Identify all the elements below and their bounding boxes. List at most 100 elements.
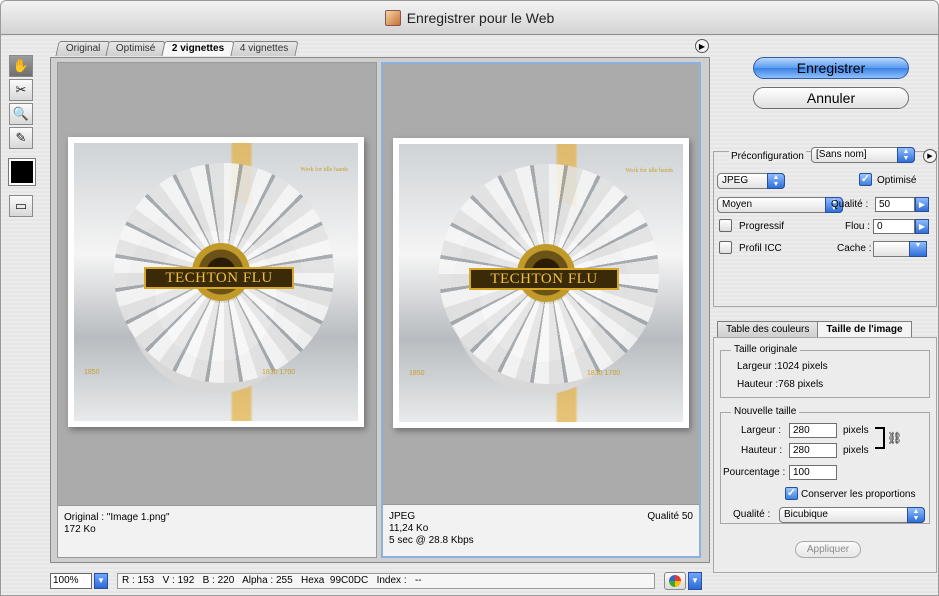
panel-tabs: Table des couleurs Taille de l'image	[717, 321, 912, 337]
tab-label: 4 vignettes	[240, 43, 289, 54]
constrain-proportions-checkbox[interactable]: ✓	[785, 487, 798, 500]
window-title-text: Enregistrer pour le Web	[406, 9, 555, 26]
blur-label: Flou :	[845, 221, 871, 232]
optimized-size: 11,24 Ko	[389, 523, 429, 534]
height-label: Hauteur :	[741, 445, 783, 456]
view-tabs: Original Optimisé 2 vignettes 4 vignette…	[55, 41, 300, 57]
original-image: TECHTON FLU Work for idle hands 1850 183…	[68, 137, 364, 427]
document-icon	[384, 9, 401, 26]
image-year: 1830 1700	[262, 369, 296, 376]
image-year: 1850	[409, 370, 425, 377]
download-time: 5 sec @ 28.8 Kbps	[389, 535, 474, 546]
progressive-checkbox[interactable]	[719, 219, 732, 232]
percent-label: Pourcentage :	[723, 467, 786, 478]
optimized-checkbox[interactable]: ✓	[859, 173, 872, 186]
eyedropper-color-swatch[interactable]	[8, 158, 36, 186]
popup-arrows-icon: ▲ ▼	[907, 507, 925, 523]
original-preview-pane[interactable]: TECHTON FLU Work for idle hands 1850 183…	[57, 62, 377, 558]
quality-label: Qualité :	[831, 199, 869, 210]
dropdown-arrow-icon: ▼	[909, 241, 927, 257]
toolbox: ✋ ✂ 🔍 ✎ ▭	[8, 55, 36, 219]
original-width: Largeur :1024 pixels	[737, 361, 828, 372]
browser-icon	[669, 575, 681, 587]
zoom-icon[interactable]: 🔍	[9, 103, 33, 125]
image-art: TECHTON FLU Work for idle hands 1850 183…	[399, 144, 683, 422]
apply-button[interactable]: Appliquer	[795, 541, 861, 558]
original-size-group: Taille originale Largeur :1024 pixels Ha…	[720, 344, 930, 398]
tab-optimized[interactable]: Optimisé	[105, 41, 167, 56]
tab-color-table[interactable]: Table des couleurs	[717, 321, 819, 337]
resample-select[interactable]: Bicubique ▲ ▼	[779, 507, 925, 523]
tab-label: 2 vignettes	[171, 43, 225, 54]
tab-image-size[interactable]: Taille de l'image	[817, 321, 912, 337]
percent-field[interactable]: 100	[789, 465, 837, 480]
original-size-legend: Taille originale	[731, 344, 801, 355]
hand-icon[interactable]: ✋	[9, 55, 33, 77]
image-year: 1830 1700	[587, 370, 621, 377]
title-bar: Enregistrer pour le Web	[1, 1, 938, 35]
image-banner-text: TECHTON FLU	[469, 268, 619, 290]
optimized-label: Optimisé	[877, 175, 917, 186]
status-bar: 100% ▼ R : 153 V : 192 B : 220 Alpha : 2…	[50, 572, 702, 590]
original-info: Original : "Image 1.png" 172 Ko	[58, 505, 376, 557]
preset-value: [Sans nom]	[816, 149, 867, 160]
quality-field[interactable]: 50	[875, 197, 915, 212]
zoom-dropdown-icon[interactable]: ▼	[94, 573, 108, 589]
image-banner-text: TECHTON FLU	[144, 267, 294, 289]
resample-value: Bicubique	[784, 509, 828, 520]
original-height: Hauteur :768 pixels	[737, 379, 824, 390]
new-size-legend: Nouvelle taille	[731, 406, 800, 417]
format-value: JPEG	[722, 175, 749, 186]
browser-dropdown-icon[interactable]: ▼	[688, 572, 702, 590]
original-size: 172 Ko	[64, 524, 96, 535]
height-unit: pixels	[843, 445, 869, 456]
settings-menu-icon[interactable]: ▶	[923, 149, 937, 163]
image-art: TECHTON FLU Work for idle hands 1850 183…	[74, 143, 358, 421]
width-field[interactable]: 280	[789, 423, 837, 438]
optimized-preview-pane[interactable]: TECHTON FLU Work for idle hands 1850 183…	[381, 62, 701, 558]
constrain-bracket	[875, 427, 885, 449]
icc-profile-label: Profil ICC	[739, 243, 782, 254]
format-select[interactable]: JPEG ▲ ▼	[717, 173, 785, 189]
tab-original[interactable]: Original	[55, 41, 112, 56]
save-button[interactable]: Enregistrer	[753, 57, 909, 79]
blur-slider-icon[interactable]: ▶	[915, 219, 929, 234]
color-readout: R : 153 V : 192 B : 220 Alpha : 255 Hexa…	[117, 573, 655, 589]
popup-arrows-icon: ▲ ▼	[897, 147, 915, 163]
toggle-slices-icon[interactable]: ▭	[9, 195, 33, 217]
height-field[interactable]: 280	[789, 443, 837, 458]
cancel-button[interactable]: Annuler	[753, 87, 909, 109]
image-size-panel: Taille originale Largeur :1024 pixels Ha…	[713, 337, 937, 573]
window-title: Enregistrer pour le Web	[384, 9, 555, 26]
matte-label: Cache :	[837, 243, 872, 254]
resample-label: Qualité :	[733, 509, 771, 520]
preview-in-browser-button[interactable]	[664, 572, 686, 590]
tab-label: Original	[65, 43, 101, 54]
optimized-quality: Qualité 50	[647, 511, 693, 522]
original-filename: Original : "Image 1.png"	[64, 512, 170, 523]
constrain-proportions-label: Conserver les proportions	[801, 489, 916, 500]
blur-field[interactable]: 0	[873, 219, 915, 234]
matte-select[interactable]: ▼	[873, 241, 927, 257]
new-size-group: Nouvelle taille Largeur : 280 pixels Hau…	[720, 406, 930, 524]
tab-label: Optimisé	[116, 43, 156, 54]
preset-select[interactable]: [Sans nom] ▲ ▼	[811, 147, 915, 163]
quality-slider-icon[interactable]: ▶	[915, 197, 929, 212]
preview-menu-icon[interactable]: ▶	[695, 39, 709, 53]
optimized-image: TECHTON FLU Work for idle hands 1850 183…	[393, 138, 689, 428]
preset-label: Préconfiguration	[729, 151, 806, 162]
tab-4-up[interactable]: 4 vignettes	[229, 41, 300, 56]
save-for-web-window: Enregistrer pour le Web ✋ ✂ 🔍 ✎ ▭ Origin…	[0, 0, 939, 596]
image-tagline: Work for idle hands	[625, 168, 673, 174]
preview-area: TECHTON FLU Work for idle hands 1850 183…	[50, 57, 710, 563]
eyedropper-icon[interactable]: ✎	[9, 127, 33, 149]
width-label: Largeur :	[741, 425, 782, 436]
slice-select-icon[interactable]: ✂	[9, 79, 33, 101]
popup-arrows-icon: ▲ ▼	[767, 173, 785, 189]
zoom-field[interactable]: 100%	[50, 573, 92, 589]
quality-level-value: Moyen	[722, 199, 753, 210]
quality-level-select[interactable]: Moyen ▲ ▼	[717, 197, 843, 213]
icc-profile-checkbox[interactable]	[719, 241, 732, 254]
width-unit: pixels	[843, 425, 869, 436]
tab-2-up[interactable]: 2 vignettes	[161, 41, 235, 56]
